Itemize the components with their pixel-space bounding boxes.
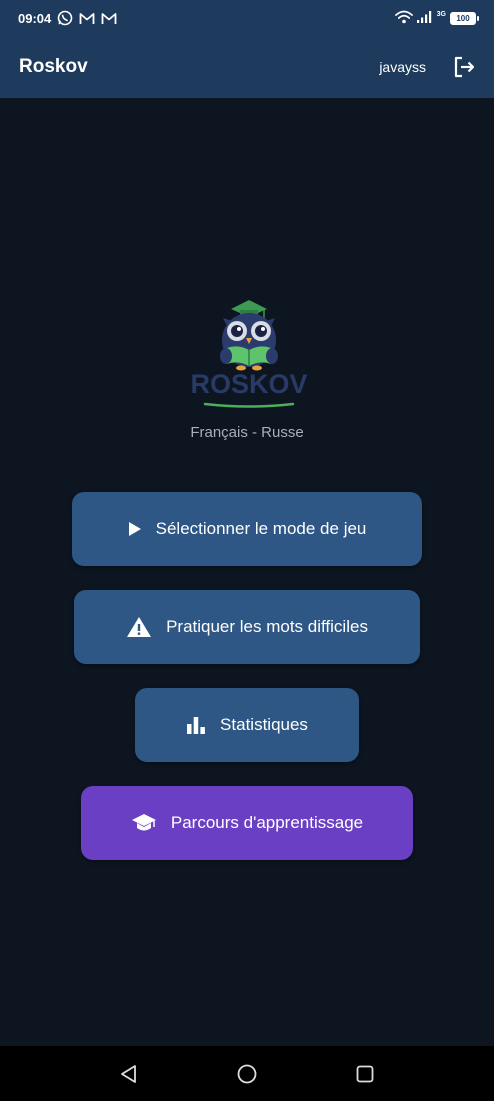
gmail-icon [101, 12, 117, 25]
recents-button[interactable] [350, 1059, 380, 1089]
status-bar: 09:04 3G 100 [0, 0, 494, 36]
recents-icon [356, 1065, 374, 1082]
back-icon [121, 1064, 136, 1083]
home-icon [237, 1064, 257, 1083]
roskov-logo: ROSKOV [187, 296, 311, 410]
status-right: 3G 100 [394, 10, 479, 27]
practice-difficult-words-button[interactable]: Pratiquer les mots difficiles [74, 590, 420, 664]
play-icon [128, 521, 142, 537]
wifi-icon [394, 10, 413, 27]
status-left: 09:04 [18, 10, 117, 26]
logo-underline [203, 402, 295, 408]
learning-path-label: Parcours d'apprentissage [170, 813, 364, 832]
select-game-mode-button[interactable]: Sélectionner le mode de jeu [72, 492, 422, 566]
logout-icon [454, 56, 475, 78]
app-screen: 09:04 3G 100 Roskov javayss ROSKOV Franç… [0, 0, 494, 1101]
status-time: 09:04 [18, 10, 52, 26]
signal-icon [416, 10, 433, 26]
app-bar: Roskov javayss [0, 36, 494, 98]
whatsapp-icon [57, 10, 73, 26]
practice-difficult-words-label: Pratiquer les mots difficiles [166, 617, 368, 636]
home-button[interactable] [232, 1059, 262, 1089]
owl-mascot-icon [220, 300, 278, 371]
username-label: javayss [379, 59, 426, 75]
back-button[interactable] [114, 1059, 144, 1089]
app-title: Roskov [19, 56, 88, 77]
battery-icon: 100 [450, 11, 479, 25]
system-nav-bar [0, 1046, 494, 1101]
statistics-button[interactable]: Statistiques [135, 688, 359, 762]
battery-level: 100 [456, 13, 470, 23]
graduation-cap-icon [131, 813, 157, 833]
language-pair-subtitle: Français - Russe [190, 424, 304, 441]
gmail-icon [79, 12, 95, 25]
bar-chart-icon [186, 716, 206, 734]
learning-path-button[interactable]: Parcours d'apprentissage [81, 786, 413, 860]
select-game-mode-label: Sélectionner le mode de jeu [155, 519, 367, 538]
network-label: 3G [436, 10, 446, 18]
logout-button[interactable] [450, 53, 478, 81]
logo-text: ROSKOV [190, 369, 308, 399]
warning-icon [126, 616, 152, 638]
statistics-label: Statistiques [220, 715, 308, 734]
app-actions: javayss [379, 53, 478, 81]
